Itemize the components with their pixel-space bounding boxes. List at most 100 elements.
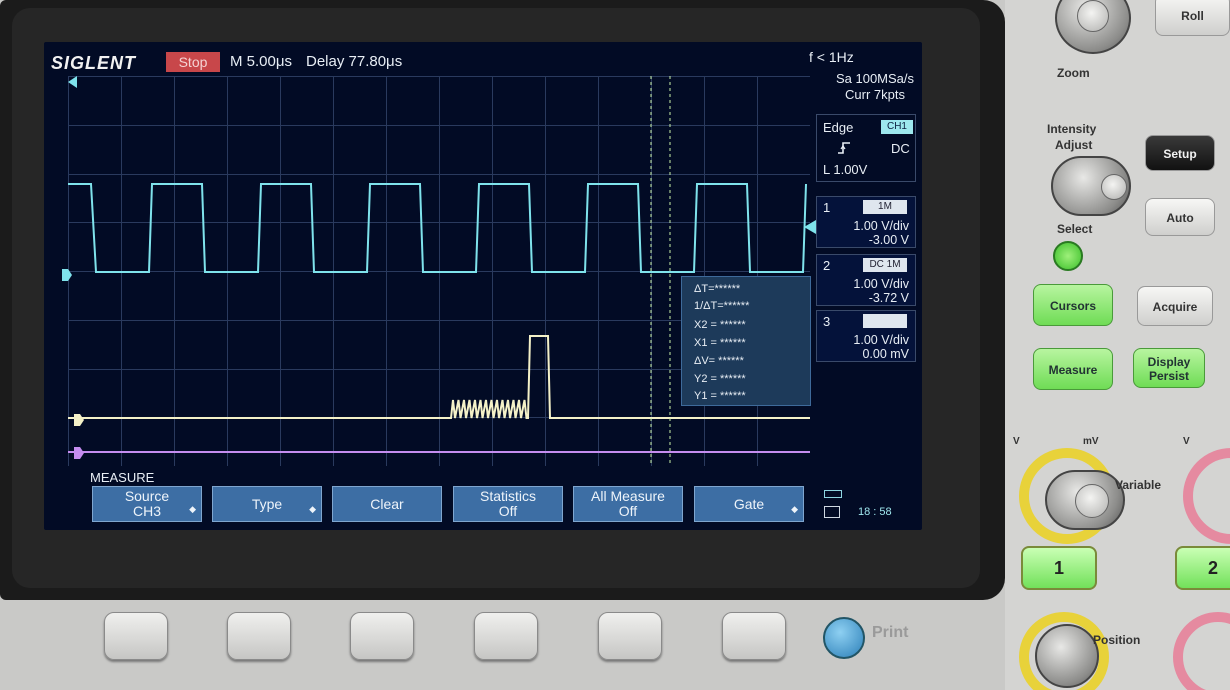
print-label: Print xyxy=(872,624,909,641)
battery-icon xyxy=(824,490,842,498)
x1-readout: X1 = ****** xyxy=(694,337,746,349)
select-button[interactable] xyxy=(1053,241,1083,271)
control-panel: Roll Zoom Intensity Adjust Select Setup … xyxy=(1005,0,1230,690)
softkey-5-button[interactable] xyxy=(598,612,662,660)
channel-2-panel[interactable]: 2 DC 1M 1.00 V/div -3.72 V xyxy=(816,254,916,306)
softkey-label: Gate xyxy=(733,495,765,512)
acquisition-info: Sa 100MSa/s Curr 7kpts xyxy=(832,71,918,103)
timebase-readout: M 5.00μs xyxy=(230,53,292,70)
position-label: Position xyxy=(1093,633,1141,647)
softkey-6-button[interactable] xyxy=(722,612,786,660)
softkey-value: CH3 xyxy=(132,503,161,519)
volt-label-right: V xyxy=(1183,436,1190,447)
intensity-adjust-knob[interactable] xyxy=(1051,156,1131,216)
softkey-4-button[interactable] xyxy=(474,612,538,660)
softkey-all-measure[interactable]: All Measure Off xyxy=(573,486,683,522)
channel-1-position-knob[interactable] xyxy=(1035,624,1099,688)
adjust-label: Adjust xyxy=(1055,138,1093,152)
softkey-value: Off xyxy=(498,503,518,519)
volt-label-left: V xyxy=(1013,436,1020,447)
channel-coupling: 1M xyxy=(863,200,907,214)
display-label: Display xyxy=(1147,355,1191,369)
waveform-grid[interactable] xyxy=(68,76,810,466)
channel-offset: -3.00 V xyxy=(868,233,909,247)
millivolt-label: mV xyxy=(1083,436,1099,447)
clock-readout: 18 : 58 xyxy=(858,506,892,518)
channel-2-vscale-ring xyxy=(1183,448,1230,544)
zoom-knob[interactable] xyxy=(1055,0,1131,54)
x2-readout: X2 = ****** xyxy=(694,319,746,331)
persist-label: Persist xyxy=(1148,369,1190,383)
network-icon xyxy=(824,506,840,518)
menu-title: MEASURE xyxy=(90,470,155,485)
delay-readout: Delay 77.80μs xyxy=(306,53,403,70)
softkey-type[interactable]: Type ◆ xyxy=(212,486,322,522)
acquire-button[interactable]: Acquire xyxy=(1137,286,1213,326)
channel-scale: 1.00 V/div xyxy=(853,333,909,347)
roll-button[interactable]: Roll xyxy=(1155,0,1230,36)
softkey-label: Clear xyxy=(370,495,404,512)
cursor-readout-box: ΔT=****** 1/ΔT=****** X2 = ****** X1 = *… xyxy=(681,276,811,406)
run-state-badge: Stop xyxy=(166,52,220,72)
softkey-3-button[interactable] xyxy=(350,612,414,660)
cursors-button[interactable]: Cursors xyxy=(1033,284,1113,326)
softkey-value: Off xyxy=(618,503,638,519)
channel-coupling: DC 1M xyxy=(863,258,907,272)
channel-number: 3 xyxy=(823,314,831,329)
channel-1-button[interactable]: 1 xyxy=(1021,546,1097,590)
display-persist-button[interactable]: Display Persist xyxy=(1133,348,1205,388)
print-button[interactable] xyxy=(823,617,865,659)
channel-2-position-ring xyxy=(1173,612,1230,690)
channel-scale: 1.00 V/div xyxy=(853,277,909,291)
softkey-2-button[interactable] xyxy=(227,612,291,660)
softkey-1-button[interactable] xyxy=(104,612,168,660)
softkey-label: All Measure xyxy=(591,488,665,504)
channel-coupling xyxy=(863,314,907,328)
brand-logo: SIGLENT xyxy=(51,53,137,73)
channel-offset: -3.72 V xyxy=(868,291,909,305)
rising-edge-icon xyxy=(837,141,851,158)
channel-1-trace xyxy=(68,183,807,273)
channel-offset: 0.00 mV xyxy=(862,347,909,361)
intensity-label: Intensity xyxy=(1047,122,1097,136)
y2-readout: Y2 = ****** xyxy=(694,373,746,385)
softkey-label: Statistics xyxy=(479,488,536,504)
status-area: 18 : 58 xyxy=(820,486,916,522)
arrow-icon: ◆ xyxy=(309,504,316,514)
trigger-type: Edge xyxy=(823,120,854,135)
select-label: Select xyxy=(1057,222,1093,236)
frequency-readout: f < 1Hz xyxy=(809,49,854,65)
auto-button[interactable]: Auto xyxy=(1145,198,1215,236)
arrow-icon: ◆ xyxy=(189,504,196,514)
channel-3-panel[interactable]: 3 1.00 V/div 0.00 mV xyxy=(816,310,916,362)
zoom-label: Zoom xyxy=(1057,66,1090,80)
channel-1-vscale-knob[interactable] xyxy=(1045,470,1125,530)
channel-2-button[interactable]: 2 xyxy=(1175,546,1230,590)
trigger-position-marker xyxy=(68,76,77,88)
top-status-bar: SIGLENT Stop M 5.00μs Delay 77.80μs f < … xyxy=(44,42,922,76)
trigger-coupling: DC xyxy=(891,141,910,156)
knob-cap xyxy=(1075,484,1109,518)
trigger-level: L 1.00V xyxy=(823,162,868,177)
softkey-label: Source xyxy=(124,488,170,504)
trigger-panel: Edge CH1 DC L 1.00V xyxy=(816,114,916,182)
measure-button[interactable]: Measure xyxy=(1033,348,1113,390)
channel-1-panel[interactable]: 1 1M 1.00 V/div -3.00 V xyxy=(816,196,916,248)
softkey-gate[interactable]: Gate ◆ xyxy=(694,486,804,522)
y1-readout: Y1 = ****** xyxy=(694,390,746,402)
delta-v-readout: ΔV= ****** xyxy=(694,355,744,367)
softkey-clear[interactable]: Clear xyxy=(332,486,442,522)
memory-depth: Curr 7kpts xyxy=(845,87,905,102)
delta-t-readout: ΔT=****** xyxy=(694,283,741,295)
knob-cap xyxy=(1101,174,1127,200)
knob-cap xyxy=(1077,0,1109,32)
setup-button[interactable]: Setup xyxy=(1145,135,1215,171)
channel-number: 1 xyxy=(823,200,831,215)
channel-number: 2 xyxy=(823,258,831,273)
softkey-statistics[interactable]: Statistics Off xyxy=(453,486,563,522)
channel-scale: 1.00 V/div xyxy=(853,219,909,233)
softkey-source[interactable]: Source CH3 ◆ xyxy=(92,486,202,522)
arrow-icon: ◆ xyxy=(791,504,798,514)
scope-display: SIGLENT Stop M 5.00μs Delay 77.80μs f < … xyxy=(44,42,922,530)
sample-rate: Sa 100MSa/s xyxy=(835,71,915,86)
